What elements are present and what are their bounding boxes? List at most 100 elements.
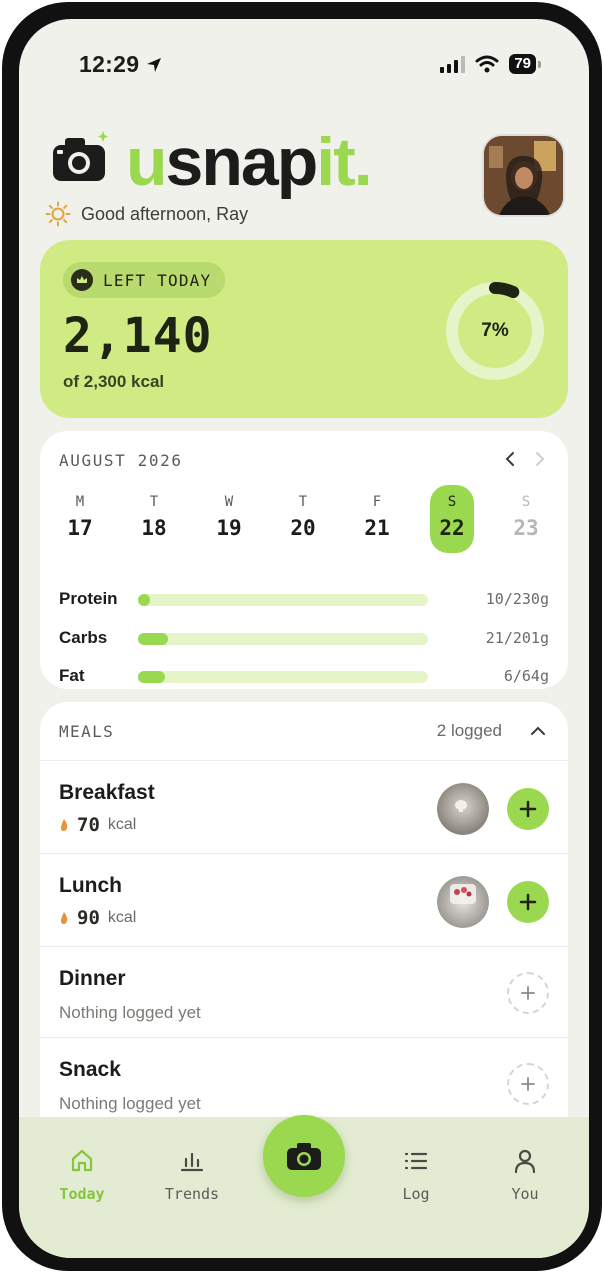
meals-card: MEALS 2 logged Breakfast 70 kcal Lunch 9… xyxy=(40,702,568,1142)
macro-track xyxy=(138,633,428,645)
day-number: 22 xyxy=(439,516,465,540)
macro-carbs: Carbs 21/201g xyxy=(59,628,549,650)
macro-fill xyxy=(138,633,169,645)
brand-part-it: it. xyxy=(316,124,372,200)
kcal-unit: kcal xyxy=(107,909,137,926)
brand-wordmark: usnapit. xyxy=(126,124,373,200)
meals-collapse-button[interactable] xyxy=(526,719,550,743)
macro-name: Fat xyxy=(59,666,85,685)
tab-label: Today xyxy=(59,1185,105,1203)
kcal-value: 90 xyxy=(77,907,100,929)
meals-count: 2 logged xyxy=(436,721,502,740)
breakfast-photo[interactable] xyxy=(437,783,489,835)
day-number: 23 xyxy=(513,516,539,540)
day-letter: T xyxy=(149,494,159,510)
day-number: 21 xyxy=(364,516,390,540)
macro-protein: Protein 10/230g xyxy=(59,589,549,611)
calories-left-card: LEFT TODAY 2,140 of 2,300 kcal 7% xyxy=(40,240,568,418)
add-lunch-button[interactable] xyxy=(507,881,549,923)
day-number: 20 xyxy=(290,516,316,540)
meal-row-dinner[interactable]: Dinner Nothing logged yet xyxy=(40,946,568,1038)
camera-logo-icon xyxy=(53,131,108,181)
location-arrow-icon xyxy=(147,57,162,72)
chevron-up-icon xyxy=(531,726,545,735)
prev-week-button[interactable] xyxy=(498,447,522,471)
add-breakfast-button[interactable] xyxy=(507,788,549,830)
camera-icon xyxy=(287,1143,321,1170)
macro-value: 10/230g xyxy=(485,590,549,608)
day-number: 19 xyxy=(216,516,242,540)
calories-total: of 2,300 kcal xyxy=(63,372,165,391)
left-today-label: LEFT TODAY xyxy=(103,270,212,290)
chevron-left-icon xyxy=(505,452,514,466)
tab-label: You xyxy=(511,1185,539,1203)
day-letter: T xyxy=(298,494,308,510)
battery-level: 79 xyxy=(509,54,536,74)
day-letter: S xyxy=(447,494,457,510)
tab-trends[interactable]: Trends xyxy=(147,1147,237,1203)
tab-log[interactable]: Log xyxy=(371,1147,461,1203)
meals-title: MEALS xyxy=(59,722,115,741)
meal-kcal: 70 kcal xyxy=(59,814,136,836)
macro-value: 21/201g xyxy=(485,629,549,647)
tab-label: Log xyxy=(402,1185,430,1203)
phone-frame: 12:29 79 usnapit. Good afternoon, Ray LE… xyxy=(2,2,602,1271)
snap-camera-button[interactable] xyxy=(263,1115,345,1197)
day-mon[interactable]: M 17 xyxy=(58,485,102,553)
chevron-right-icon xyxy=(536,452,545,466)
cellular-signal-icon xyxy=(440,55,466,73)
day-tue[interactable]: T 18 xyxy=(132,485,176,553)
day-letter: S xyxy=(521,494,531,510)
kcal-value: 70 xyxy=(77,814,100,836)
meal-name: Dinner xyxy=(59,967,126,990)
calories-remaining: 2,140 xyxy=(63,308,213,364)
tab-you[interactable]: You xyxy=(480,1147,570,1203)
lunch-photo[interactable] xyxy=(437,876,489,928)
tab-label: Trends xyxy=(164,1185,220,1203)
meal-row-breakfast[interactable]: Breakfast 70 kcal xyxy=(40,760,568,852)
macro-fill xyxy=(138,671,166,683)
plus-icon xyxy=(521,986,535,1000)
meal-row-lunch[interactable]: Lunch 90 kcal xyxy=(40,853,568,945)
macro-track xyxy=(138,594,428,606)
macro-fill xyxy=(138,594,151,606)
day-thu[interactable]: T 20 xyxy=(281,485,325,553)
next-week-button[interactable] xyxy=(528,447,552,471)
day-fri[interactable]: F 21 xyxy=(355,485,399,553)
meal-name: Lunch xyxy=(59,874,122,897)
wifi-icon xyxy=(475,55,499,73)
week-card: AUGUST 2026 M 17 T 18 W 19 T 20 F 21 S 2… xyxy=(40,431,568,689)
battery-icon: 79 xyxy=(509,54,541,74)
status-time-text: 12:29 xyxy=(79,51,140,77)
day-letter: F xyxy=(372,494,382,510)
sun-icon xyxy=(45,201,71,227)
plus-icon xyxy=(519,800,537,818)
day-wed[interactable]: W 19 xyxy=(207,485,251,553)
avatar-photo xyxy=(484,136,563,215)
status-time: 12:29 xyxy=(79,51,163,78)
greeting-text: Good afternoon, Ray xyxy=(81,203,249,224)
kcal-unit: kcal xyxy=(107,816,137,833)
day-letter: M xyxy=(75,494,85,510)
meal-empty-text: Nothing logged yet xyxy=(59,1094,201,1113)
phone-screen: 12:29 79 usnapit. Good afternoon, Ray LE… xyxy=(19,19,589,1258)
plus-icon xyxy=(521,1077,535,1091)
flame-icon xyxy=(61,912,68,924)
day-sun[interactable]: S 23 xyxy=(504,485,548,553)
day-letter: W xyxy=(224,494,234,510)
brand-part-snap: snap xyxy=(165,124,319,200)
plus-icon xyxy=(519,893,537,911)
brand-part-u: u xyxy=(126,124,168,200)
tab-today[interactable]: Today xyxy=(37,1147,127,1203)
home-icon xyxy=(71,1149,93,1172)
macro-value: 6/64g xyxy=(503,667,549,685)
avatar[interactable] xyxy=(482,134,565,217)
flame-icon xyxy=(61,819,68,831)
meal-name: Breakfast xyxy=(59,781,155,804)
add-dinner-button[interactable] xyxy=(507,972,549,1014)
meal-name: Snack xyxy=(59,1058,121,1081)
day-sat-selected[interactable]: S 22 xyxy=(430,485,474,553)
meal-empty-text: Nothing logged yet xyxy=(59,1003,201,1022)
user-icon xyxy=(514,1149,536,1174)
add-snack-button[interactable] xyxy=(507,1063,549,1105)
